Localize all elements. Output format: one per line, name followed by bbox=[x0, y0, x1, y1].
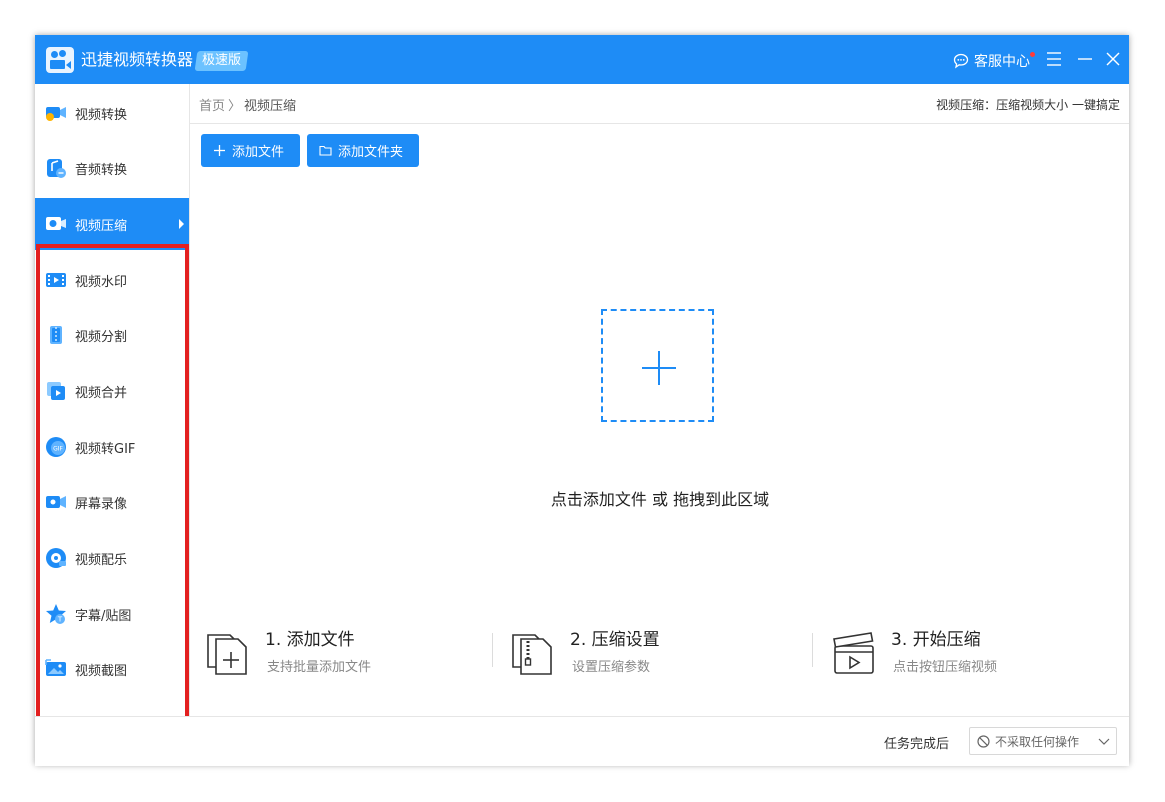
video-screenshot-icon bbox=[45, 659, 66, 676]
step-subtitle: 设置压缩参数 bbox=[572, 660, 651, 675]
title-bar: 迅捷视频转换器 极速版 客服中心 bbox=[35, 35, 1129, 84]
folder-icon bbox=[319, 145, 332, 156]
sidebar-item-screen-record[interactable]: 屏幕录像 bbox=[35, 476, 189, 528]
svg-text:T: T bbox=[57, 616, 63, 624]
drop-zone[interactable] bbox=[601, 309, 714, 422]
sidebar-item-label: 视频分割 bbox=[75, 329, 128, 345]
active-indicator-arrow-icon bbox=[179, 219, 184, 229]
sidebar-item-video-split[interactable]: 视频分割 bbox=[35, 309, 189, 361]
plus-icon bbox=[214, 145, 225, 156]
breadcrumb: 首页〉视频压缩 bbox=[199, 95, 296, 114]
chevron-down-icon bbox=[1098, 738, 1110, 745]
step-add-file: 1. 添加文件 支持批量添加文件 bbox=[205, 623, 455, 679]
sidebar: 视频转换 音频转换 视频压缩 视频水印 视频分割 视频合并 GIF 视频转GIF… bbox=[35, 84, 190, 742]
sidebar-item-video-merge[interactable]: 视频合并 bbox=[35, 365, 189, 417]
sidebar-item-video-compress[interactable]: 视频压缩 bbox=[35, 198, 189, 250]
step-subtitle: 点击按钮压缩视频 bbox=[893, 660, 998, 675]
step-title: 2. 压缩设置 bbox=[570, 630, 660, 650]
video-music-icon bbox=[46, 548, 66, 568]
sidebar-item-label: 视频压缩 bbox=[75, 218, 128, 234]
sidebar-item-label: 视频转GIF bbox=[75, 441, 136, 457]
sidebar-item-label: 视频合并 bbox=[75, 385, 128, 401]
add-file-label: 添加文件 bbox=[232, 145, 285, 160]
chat-bubble-icon bbox=[953, 53, 969, 69]
sidebar-item-video-convert[interactable]: 视频转换 bbox=[35, 87, 189, 139]
customer-service-label: 客服中心 bbox=[974, 51, 1035, 71]
notification-dot bbox=[1030, 52, 1035, 57]
sidebar-item-audio-convert[interactable]: 音频转换 bbox=[35, 142, 189, 194]
edition-badge: 极速版 bbox=[194, 51, 249, 71]
sidebar-item-label: 视频配乐 bbox=[75, 552, 128, 568]
step-divider bbox=[492, 633, 493, 667]
ban-icon bbox=[977, 734, 990, 748]
sidebar-item-video-music[interactable]: 视频配乐 bbox=[35, 532, 189, 584]
after-task-select[interactable]: 不采取任何操作 bbox=[969, 727, 1117, 755]
sidebar-item-label: 视频截图 bbox=[75, 663, 128, 679]
audio-convert-icon bbox=[47, 159, 66, 178]
breadcrumb-bar: 首页〉视频压缩 视频压缩：压缩视频大小 一键搞定 bbox=[190, 84, 1129, 124]
sidebar-item-label: 视频水印 bbox=[75, 274, 128, 290]
footer-bar: 任务完成后 不采取任何操作 bbox=[35, 716, 1129, 766]
step-title: 1. 添加文件 bbox=[265, 630, 355, 650]
screen-record-icon bbox=[46, 496, 66, 508]
step-start-compress: 3. 开始压缩 点击按钮压缩视频 bbox=[831, 623, 1081, 679]
sidebar-item-video-screenshot[interactable]: 视频截图 bbox=[35, 643, 189, 695]
add-file-button[interactable]: 添加文件 bbox=[201, 134, 300, 167]
after-task-value: 不采取任何操作 bbox=[995, 734, 1080, 749]
drop-zone-plus-icon-vertical bbox=[658, 351, 660, 385]
video-watermark-icon bbox=[46, 273, 66, 287]
add-folder-label: 添加文件夹 bbox=[338, 145, 404, 160]
sidebar-item-label: 音频转换 bbox=[75, 162, 128, 178]
menu-icon[interactable] bbox=[1044, 49, 1064, 69]
page-description: 视频压缩：压缩视频大小 一键搞定 bbox=[936, 98, 1120, 112]
video-split-icon bbox=[50, 326, 62, 344]
sidebar-item-label: 字幕/贴图 bbox=[75, 608, 132, 624]
breadcrumb-home[interactable]: 首页 bbox=[199, 99, 225, 114]
breadcrumb-separator: 〉 bbox=[228, 99, 242, 114]
step-title: 3. 开始压缩 bbox=[891, 630, 981, 650]
video-convert-icon bbox=[46, 107, 66, 121]
drop-zone-hint: 点击添加文件 或 拖拽到此区域 bbox=[550, 490, 770, 509]
app-window: 迅捷视频转换器 极速版 客服中心 视频转换 音频转换 视频压缩 视频水印 视频分… bbox=[35, 35, 1129, 766]
step-compress-settings: 2. 压缩设置 设置压缩参数 bbox=[510, 623, 760, 679]
app-title: 迅捷视频转换器 bbox=[81, 50, 194, 69]
breadcrumb-current: 视频压缩 bbox=[244, 99, 297, 114]
minimize-icon[interactable] bbox=[1075, 49, 1095, 69]
step-divider bbox=[812, 633, 813, 667]
sidebar-item-label: 视频转换 bbox=[75, 107, 128, 123]
step-subtitle: 支持批量添加文件 bbox=[267, 660, 372, 675]
add-file-icon bbox=[207, 634, 247, 675]
customer-service-button[interactable]: 客服中心 bbox=[953, 51, 1035, 71]
video-gif-icon: GIF bbox=[46, 437, 66, 457]
add-folder-button[interactable]: 添加文件夹 bbox=[307, 134, 419, 167]
sidebar-item-label: 屏幕录像 bbox=[75, 496, 128, 512]
zip-file-icon bbox=[512, 634, 552, 675]
sidebar-item-video-watermark[interactable]: 视频水印 bbox=[35, 254, 189, 306]
sidebar-item-video-gif[interactable]: GIF 视频转GIF bbox=[35, 421, 189, 473]
video-compress-icon bbox=[46, 217, 66, 230]
svg-text:GIF: GIF bbox=[53, 446, 63, 453]
app-logo-icon bbox=[46, 47, 74, 73]
after-task-label: 任务完成后 bbox=[884, 737, 950, 752]
subtitle-sticker-icon: T bbox=[46, 604, 66, 624]
video-merge-icon bbox=[47, 382, 65, 400]
sidebar-item-subtitle-sticker[interactable]: T 字幕/贴图 bbox=[35, 588, 189, 640]
close-icon[interactable] bbox=[1103, 49, 1123, 69]
clapperboard-icon bbox=[833, 632, 874, 674]
